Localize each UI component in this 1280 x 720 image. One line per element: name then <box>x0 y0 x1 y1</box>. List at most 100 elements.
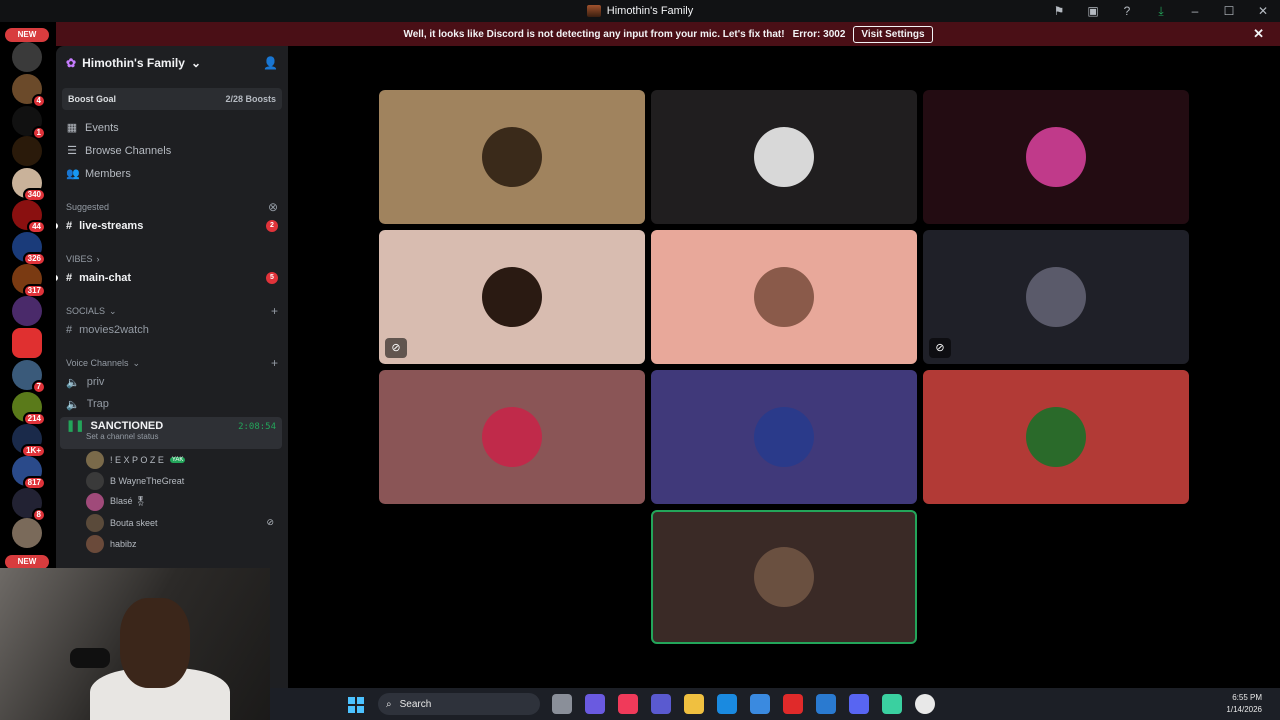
app-icon[interactable] <box>882 694 902 714</box>
participant-tile[interactable] <box>651 230 917 364</box>
server-icon[interactable]: 4 <box>12 74 46 108</box>
server-icon[interactable]: 1 <box>12 106 46 140</box>
titlebar-icons: ⚑ ▣ ? ⤓ – ☐ ✕ <box>1042 0 1280 22</box>
voice-stage: ⊘ ⊘ <box>288 46 1280 688</box>
close-button[interactable]: ✕ <box>1246 4 1280 18</box>
participant-tile[interactable]: ⊘ <box>923 230 1189 364</box>
avatar <box>86 450 104 469</box>
banner-error: Error: 3002 <box>792 28 846 40</box>
help-icon[interactable]: ? <box>1110 4 1144 18</box>
avatar <box>482 127 542 187</box>
participant-tile[interactable]: ⊘ <box>379 230 645 364</box>
edge-icon[interactable] <box>717 694 737 714</box>
channel-live-streams[interactable]: # live-streams 2 <box>56 215 288 237</box>
voice-user[interactable]: Bouta skeet ⊘ <box>56 512 288 533</box>
voice-user[interactable]: B WayneTheGreat <box>56 470 288 491</box>
participant-tile[interactable] <box>923 90 1189 224</box>
channel-movies2watch[interactable]: # movies2watch <box>56 319 288 341</box>
participant-tile[interactable] <box>379 90 645 224</box>
search-icon: ⌕ <box>386 698 392 710</box>
server-icon[interactable]: 214 <box>12 392 46 426</box>
voice-channel-trap[interactable]: 🔈 Trap <box>56 393 288 415</box>
avatar <box>86 513 104 532</box>
maximize-button[interactable]: ☐ <box>1212 4 1246 18</box>
windows-taskbar: ⌕ Search 6:55 PM 1/14/2026 <box>270 688 1280 720</box>
mic-warning-banner: Well, it looks like Discord is not detec… <box>56 22 1280 46</box>
download-icon[interactable]: ⤓ <box>1144 4 1178 19</box>
server-icon[interactable]: 7 <box>12 360 46 394</box>
call-timer: 2:08:54 <box>238 422 276 432</box>
invite-icon[interactable]: 👤 <box>263 56 278 70</box>
avatar <box>1026 267 1086 327</box>
nav-events[interactable]: ▦ Events <box>56 116 288 139</box>
inbox-icon[interactable]: ▣ <box>1076 4 1110 18</box>
close-icon[interactable]: ✕ <box>1253 26 1264 42</box>
task-view-icon[interactable] <box>552 694 572 714</box>
guild-header[interactable]: ✿ Himothin's Family ⌄ 👤 <box>56 46 288 80</box>
server-icon[interactable] <box>12 518 42 548</box>
server-icon[interactable] <box>12 136 42 166</box>
server-icon[interactable] <box>12 328 42 358</box>
server-icon[interactable]: 340 <box>12 168 46 202</box>
speaker-icon: 🔈 <box>66 398 80 411</box>
server-icon[interactable]: 326 <box>12 232 46 266</box>
music-icon[interactable] <box>618 694 638 714</box>
avatar <box>754 127 814 187</box>
voice-user[interactable]: habibz <box>56 533 288 554</box>
mention-badge: 5 <box>266 272 278 284</box>
voice-channel-priv[interactable]: 🔈 priv <box>56 371 288 393</box>
add-channel-icon[interactable]: + <box>271 356 278 370</box>
add-channel-icon[interactable]: + <box>271 304 278 318</box>
minimize-button[interactable]: – <box>1178 4 1212 18</box>
server-icon[interactable]: 317 <box>12 264 46 298</box>
taskbar-search[interactable]: ⌕ Search <box>378 693 540 715</box>
system-clock[interactable]: 6:55 PM 1/14/2026 <box>1226 692 1262 716</box>
app-icon[interactable] <box>816 694 836 714</box>
channel-main-chat[interactable]: # main-chat 5 <box>56 267 288 289</box>
server-icon[interactable]: 44 <box>12 200 46 234</box>
discord-icon[interactable] <box>849 694 869 714</box>
file-explorer-icon[interactable] <box>684 694 704 714</box>
server-icon[interactable] <box>12 296 42 326</box>
participant-tile[interactable] <box>923 370 1189 504</box>
server-icon[interactable] <box>12 42 42 72</box>
banner-message: Well, it looks like Discord is not detec… <box>403 28 785 40</box>
category-voice-channels[interactable]: Voice Channels ⌄ + <box>56 355 288 371</box>
user-tag: YAK <box>169 456 186 463</box>
teams-icon[interactable] <box>651 694 671 714</box>
boost-label: Boost Goal <box>68 94 117 104</box>
app-l-icon[interactable] <box>783 694 803 714</box>
avatar <box>754 547 814 607</box>
windows-start-icon[interactable] <box>348 697 364 713</box>
nav-browse-channels[interactable]: ☰ Browse Channels <box>56 139 288 162</box>
visit-settings-button[interactable]: Visit Settings <box>853 25 933 43</box>
chevron-down-icon: ⌄ <box>190 56 201 70</box>
server-icon[interactable]: 1K+ <box>12 424 46 458</box>
hash-icon: # <box>66 272 73 284</box>
guild-icon: ✿ <box>66 56 77 70</box>
participant-tile[interactable] <box>651 90 917 224</box>
participant-tile[interactable] <box>379 370 645 504</box>
clock-time: 6:55 PM <box>1232 693 1262 702</box>
server-icon[interactable]: 817 <box>12 456 46 490</box>
channel-status[interactable]: Set a channel status <box>86 432 276 441</box>
dismiss-icon[interactable]: ⊗ <box>268 200 278 214</box>
store-icon[interactable] <box>750 694 770 714</box>
voice-user[interactable]: ! E X P O Z E YAK <box>56 449 288 470</box>
participant-tile[interactable] <box>651 370 917 504</box>
voice-channel-sanctioned[interactable]: ❚❚ SANCTIONED 2:08:54 Set a channel statu… <box>60 417 282 449</box>
participant-tile-speaking[interactable] <box>651 510 917 644</box>
avatar <box>482 267 542 327</box>
voice-user[interactable]: Blasé 🎖 <box>56 491 288 512</box>
new-badge: NEW <box>5 555 49 569</box>
copilot-icon[interactable] <box>585 694 605 714</box>
category-vibes[interactable]: VIBES › <box>56 251 288 267</box>
category-socials[interactable]: SOCIALS ⌄ + <box>56 303 288 319</box>
nav-members[interactable]: 👥 Members <box>56 162 288 185</box>
server-icon[interactable]: 8 <box>12 488 46 522</box>
microphone-icon <box>70 648 110 668</box>
boost-goal[interactable]: Boost Goal 2/28 Boosts <box>62 88 282 110</box>
category-suggested[interactable]: Suggested ⊗ <box>56 199 288 215</box>
media-player-icon[interactable] <box>915 694 935 714</box>
flag-icon[interactable]: ⚑ <box>1042 4 1076 18</box>
